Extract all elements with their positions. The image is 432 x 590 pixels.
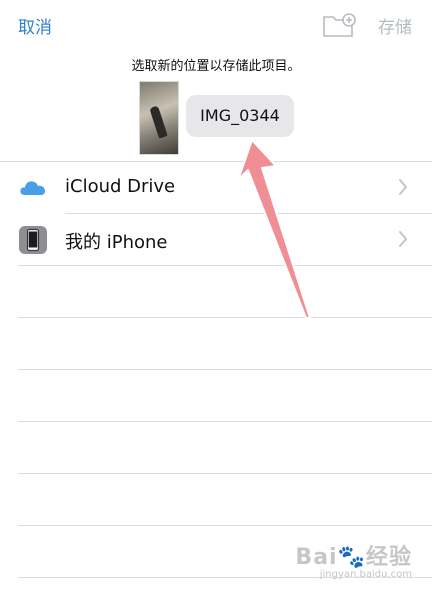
chevron-right-icon [399, 231, 407, 247]
separator [18, 317, 432, 318]
new-folder-button[interactable] [322, 12, 356, 38]
watermark-suffix: 经验 [365, 545, 412, 570]
filename-field[interactable]: IMG_0344 [186, 95, 294, 137]
thumbnail-figure [149, 105, 168, 139]
navigation-bar: 取消 存储 [0, 0, 432, 52]
paw-icon: 🐾 [337, 545, 366, 570]
annotation-arrow [237, 139, 311, 319]
separator [18, 265, 432, 266]
folder-plus-icon [323, 13, 356, 37]
location-my-iphone[interactable]: 我的 iPhone [0, 214, 432, 265]
icloud-icon [20, 181, 45, 195]
location-icloud-drive[interactable]: iCloud Drive [0, 162, 432, 213]
iphone-icon [19, 226, 47, 254]
save-button[interactable]: 存储 [378, 13, 412, 38]
separator [18, 525, 432, 526]
chevron-right-icon [399, 179, 407, 195]
separator [18, 421, 432, 422]
separator [18, 369, 432, 370]
file-thumbnail [139, 81, 179, 155]
watermark: Bai🐾经验 jingyan.baidu.com [295, 539, 412, 580]
watermark-brand: Bai [295, 545, 338, 570]
separator [18, 473, 432, 474]
location-label: iCloud Drive [65, 176, 176, 197]
location-label: 我的 iPhone [65, 232, 168, 253]
cancel-button[interactable]: 取消 [18, 13, 52, 38]
save-location-prompt: 选取新的位置以存储此项目。 [131, 59, 301, 74]
